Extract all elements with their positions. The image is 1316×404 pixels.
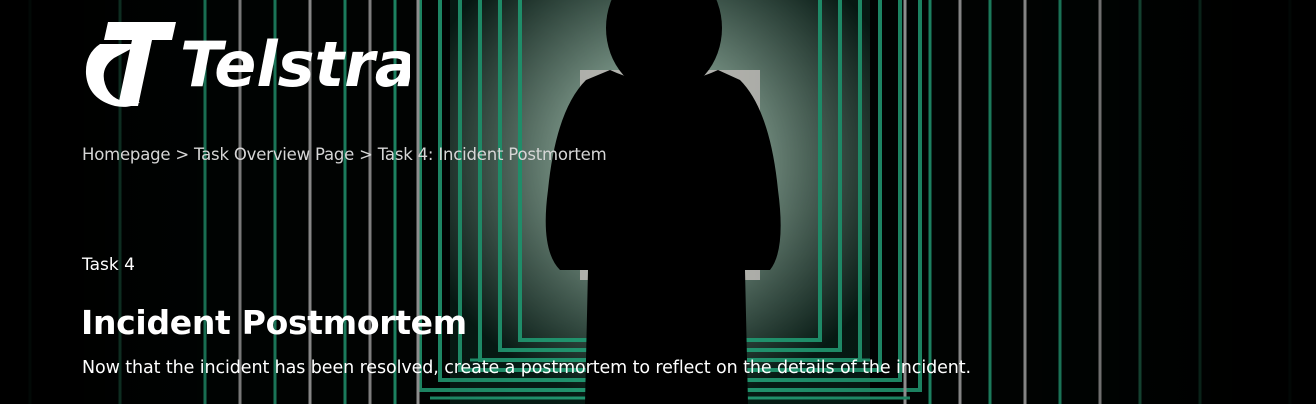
page-title: Incident Postmortem <box>81 303 467 342</box>
breadcrumb: Homepage > Task Overview Page > Task 4: Inci… <box>82 145 607 164</box>
breadcrumb-homepage[interactable]: Homepage <box>82 145 171 164</box>
logo-text: Telstra <box>180 28 410 101</box>
breadcrumb-separator: > <box>175 145 189 164</box>
breadcrumb-separator: > <box>359 145 373 164</box>
breadcrumb-task-overview[interactable]: Task Overview Page <box>194 145 354 164</box>
task-description: Now that the incident has been resolved,… <box>82 358 971 378</box>
task-number-label: Task 4 <box>82 255 135 275</box>
telstra-logo-icon[interactable]: Telstra <box>80 14 417 114</box>
hero-banner: Telstra Homepage > Task Overview Page > Task… <box>0 0 1316 404</box>
breadcrumb-current: Task 4: Incident Postmortem <box>377 145 607 164</box>
